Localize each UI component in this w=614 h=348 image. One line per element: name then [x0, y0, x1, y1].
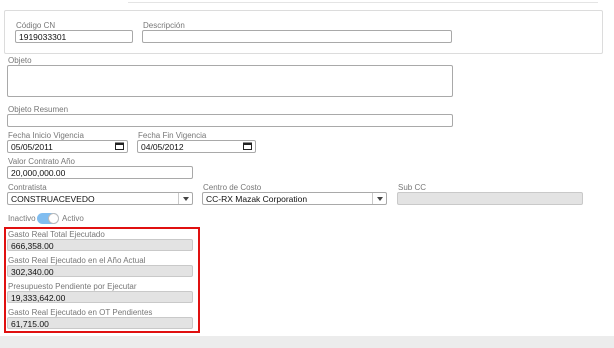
- codigo-label: Código CN: [16, 21, 56, 30]
- gasto-ot-field: 61,715.00: [7, 317, 193, 329]
- presupuesto-pendiente-label: Presupuesto Pendiente por Ejecutar: [8, 282, 137, 291]
- top-divider: [128, 2, 598, 7]
- fecha-fin-value: 04/05/2012: [141, 142, 184, 152]
- activo-label: Activo: [62, 214, 84, 223]
- descripcion-field[interactable]: [142, 30, 452, 43]
- presupuesto-pendiente-field: 19,333,642.00: [7, 291, 193, 303]
- codigo-field[interactable]: 1919033301: [15, 30, 133, 43]
- inactivo-label: Inactivo: [8, 214, 36, 223]
- sub-cc-label: Sub CC: [398, 183, 427, 192]
- fecha-inicio-value: 05/05/2011: [11, 142, 53, 152]
- gasto-ot-label: Gasto Real Ejecutado en OT Pendientes: [8, 308, 153, 317]
- objeto-resumen-field[interactable]: [7, 114, 453, 127]
- chevron-down-icon[interactable]: [372, 193, 386, 204]
- contratista-value: CONSTRUACEVEDO: [11, 194, 95, 204]
- toggle-knob: [48, 213, 59, 224]
- fecha-inicio-label: Fecha Inicio Vigencia: [8, 131, 84, 140]
- fecha-inicio-field[interactable]: 05/05/2011: [7, 140, 128, 153]
- gasto-anio-label: Gasto Real Ejecutado en el Año Actual: [8, 256, 146, 265]
- objeto-field[interactable]: [7, 65, 453, 97]
- contratista-label: Contratista: [8, 183, 47, 192]
- valor-contrato-field[interactable]: 20,000,000.00: [7, 166, 193, 179]
- calendar-icon[interactable]: [115, 142, 124, 150]
- calendar-icon[interactable]: [243, 142, 252, 150]
- contratista-select[interactable]: CONSTRUACEVEDO: [7, 192, 193, 205]
- descripcion-label: Descripción: [143, 21, 185, 30]
- objeto-label: Objeto: [8, 56, 32, 65]
- centro-costo-value: CC-RX Mazak Corporation: [206, 194, 308, 204]
- gasto-total-label: Gasto Real Total Ejecutado: [8, 230, 105, 239]
- bottom-bar: [0, 336, 614, 348]
- fecha-fin-label: Fecha Fin Vigencia: [138, 131, 207, 140]
- gasto-anio-field: 302,340.00: [7, 265, 193, 277]
- chevron-down-icon[interactable]: [178, 193, 192, 204]
- gasto-total-field: 666,358.00: [7, 239, 193, 251]
- fecha-fin-field[interactable]: 04/05/2012: [137, 140, 256, 153]
- objeto-resumen-label: Objeto Resumen: [8, 105, 69, 114]
- sub-cc-field: [397, 192, 583, 205]
- centro-costo-select[interactable]: CC-RX Mazak Corporation: [202, 192, 387, 205]
- estado-toggle[interactable]: [37, 213, 59, 224]
- centro-costo-label: Centro de Costo: [203, 183, 262, 192]
- valor-contrato-label: Valor Contrato Año: [8, 157, 76, 166]
